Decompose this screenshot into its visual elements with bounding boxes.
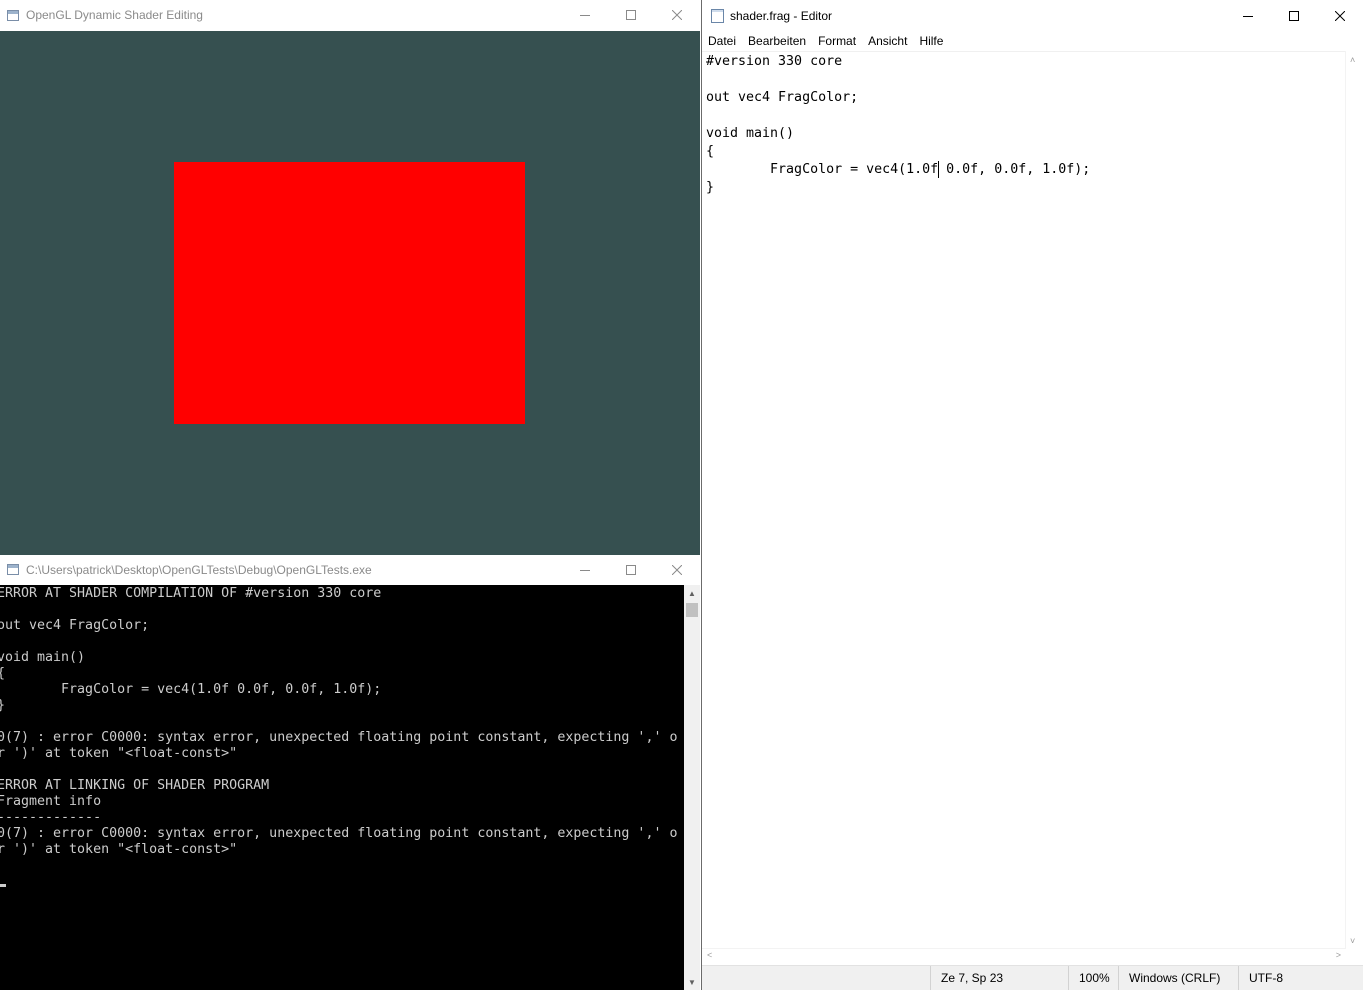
minimize-button[interactable] [562,0,608,30]
maximize-button[interactable] [608,555,654,585]
maximize-button[interactable] [608,0,654,30]
notepad-icon [711,9,724,23]
editor-vertical-scrollbar[interactable]: ˄ ˅ [1345,51,1363,948]
text-caret [938,161,939,178]
app-window-icon [7,9,19,21]
maximize-icon [626,10,636,20]
menu-ansicht[interactable]: Ansicht [862,32,913,51]
console-scroll-thumb[interactable] [686,603,698,617]
close-icon [1335,11,1345,21]
console-output-text: ERROR AT SHADER COMPILATION OF #version … [0,586,678,857]
close-icon [672,10,682,20]
opengl-titlebar[interactable]: OpenGL Dynamic Shader Editing [0,0,700,30]
minimize-icon [580,15,590,16]
status-line-ending: Windows (CRLF) [1118,966,1238,990]
console-output-area[interactable]: ERROR AT SHADER COMPILATION OF #version … [0,585,684,990]
scroll-left-icon[interactable]: ˂ [707,950,712,960]
scroll-up-icon[interactable]: ▲ [684,585,700,601]
menu-datei[interactable]: Datei [702,32,742,51]
opengl-window: OpenGL Dynamic Shader Editing [0,0,700,555]
console-titlebar[interactable]: C:\Users\patrick\Desktop\OpenGLTests\Deb… [0,555,700,584]
close-button[interactable] [654,555,700,585]
scroll-right-icon[interactable]: ˃ [1336,950,1341,960]
status-zoom: 100% [1068,966,1118,990]
minimize-icon [580,569,590,571]
scroll-down-icon[interactable]: ▼ [684,974,700,990]
console-window-title: C:\Users\patrick\Desktop\OpenGLTests\Deb… [26,562,372,577]
close-button[interactable] [654,0,700,30]
console-window: C:\Users\patrick\Desktop\OpenGLTests\Deb… [0,555,700,990]
editor-window-title: shader.frag - Editor [730,9,833,23]
editor-text-area[interactable]: #version 330 core out vec4 FragColor; vo… [702,51,1346,949]
editor-horizontal-scrollbar[interactable]: ˂ ˃ [702,948,1346,966]
editor-window: shader.frag - Editor Datei Bearbeiten Fo… [701,0,1363,990]
minimize-button[interactable] [1225,1,1271,31]
editor-titlebar[interactable]: shader.frag - Editor [702,0,1363,32]
minimize-button[interactable] [562,555,608,585]
editor-menubar: Datei Bearbeiten Format Ansicht Hilfe [702,32,1363,51]
editor-statusbar: Ze 7, Sp 23 100% Windows (CRLF) UTF-8 [702,965,1363,990]
maximize-icon [1289,11,1299,21]
menu-bearbeiten[interactable]: Bearbeiten [742,32,812,51]
console-app-icon [7,564,19,575]
status-cursor-position: Ze 7, Sp 23 [930,966,1064,990]
close-icon [672,564,682,575]
console-cursor [0,884,6,887]
maximize-icon [626,564,636,575]
scroll-up-icon[interactable]: ˄ [1350,55,1355,65]
maximize-button[interactable] [1271,1,1317,31]
opengl-canvas[interactable] [0,31,700,555]
scroll-down-icon[interactable]: ˅ [1350,936,1355,946]
opengl-window-title: OpenGL Dynamic Shader Editing [26,8,203,22]
menu-format[interactable]: Format [812,32,862,51]
status-encoding: UTF-8 [1238,966,1363,990]
editor-content: #version 330 core out vec4 FragColor; vo… [706,54,1091,195]
console-scrollbar[interactable]: ▲ ▼ [684,585,700,990]
close-button[interactable] [1317,1,1363,31]
menu-hilfe[interactable]: Hilfe [913,32,949,51]
minimize-icon [1243,16,1253,17]
red-quad [174,162,525,424]
